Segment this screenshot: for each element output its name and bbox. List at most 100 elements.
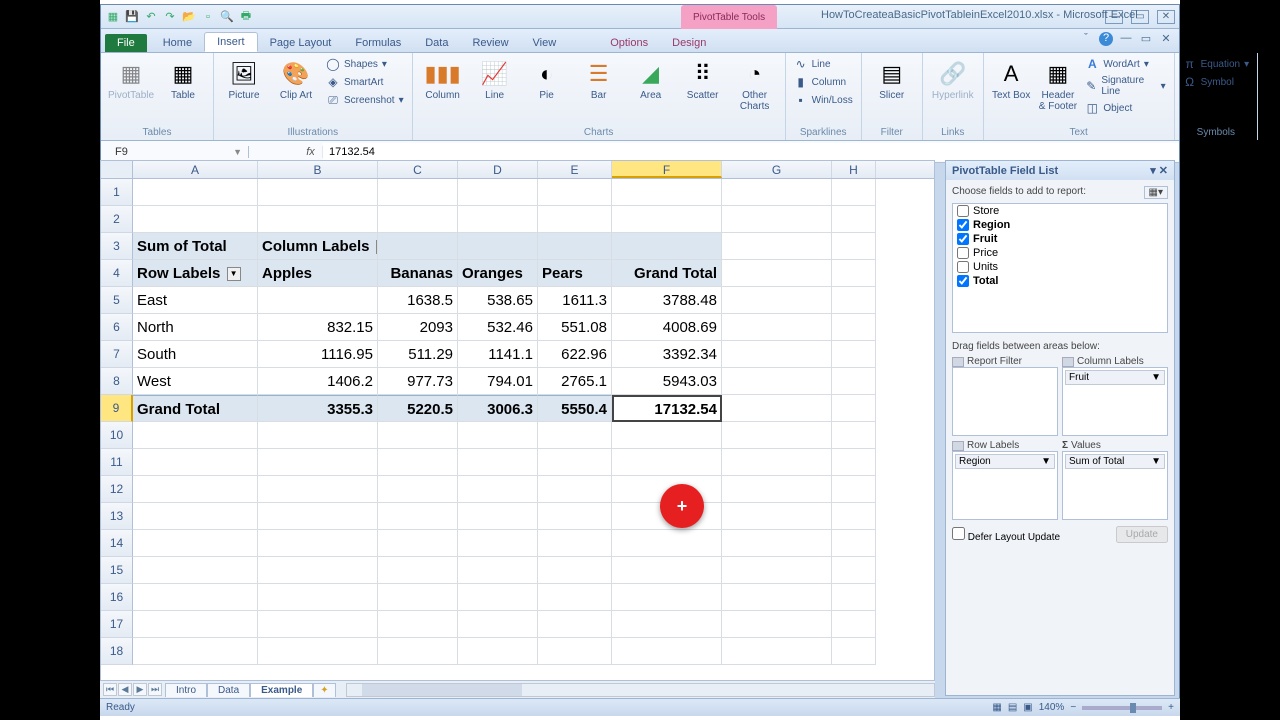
cell-E7[interactable]: 622.96 (538, 341, 612, 368)
col-header-g[interactable]: G (722, 161, 832, 178)
zoom-in-button[interactable]: + (1168, 702, 1174, 713)
cell-F6[interactable]: 4008.69 (612, 314, 722, 341)
cell-E2[interactable] (538, 206, 612, 233)
cell-D6[interactable]: 532.46 (458, 314, 538, 341)
cell-D8[interactable]: 794.01 (458, 368, 538, 395)
cell-A4[interactable]: Row Labels ▼ (133, 260, 258, 287)
cell-H18[interactable] (832, 638, 876, 665)
cell-F10[interactable] (612, 422, 722, 449)
sparkline-column-button[interactable]: ▮Column (792, 74, 855, 90)
col-header-b[interactable]: B (258, 161, 378, 178)
cell-E15[interactable] (538, 557, 612, 584)
cell-C13[interactable] (378, 503, 458, 530)
view-normal-icon[interactable]: ▦ (992, 702, 1001, 713)
row-header-6[interactable]: 6 (101, 314, 133, 341)
row-header-10[interactable]: 10 (101, 422, 133, 449)
wordart-button[interactable]: AWordArt ▾ (1083, 56, 1167, 72)
name-box[interactable]: F9▼ (109, 146, 249, 158)
picture-button[interactable]: 🖼Picture (220, 56, 268, 103)
cell-G5[interactable] (722, 287, 832, 314)
select-all-corner[interactable] (101, 161, 133, 178)
cell-G6[interactable] (722, 314, 832, 341)
field-units[interactable]: Units (953, 260, 1167, 274)
tab-insert[interactable]: Insert (204, 32, 258, 52)
cell-H8[interactable] (832, 368, 876, 395)
cell-F9[interactable]: 17132.54 (612, 395, 722, 422)
view-pagebreak-icon[interactable]: ▣ (1023, 702, 1032, 713)
cell-G18[interactable] (722, 638, 832, 665)
cell-D17[interactable] (458, 611, 538, 638)
cell-A13[interactable] (133, 503, 258, 530)
cell-H7[interactable] (832, 341, 876, 368)
equation-button[interactable]: πEquation ▾ (1181, 56, 1252, 72)
area-item-fruit[interactable]: Fruit▼ (1065, 370, 1165, 385)
area-chart-button[interactable]: ◢Area (627, 56, 675, 103)
area-item-region[interactable]: Region▼ (955, 454, 1055, 469)
tab-view[interactable]: View (521, 34, 569, 52)
cell-B8[interactable]: 1406.2 (258, 368, 378, 395)
field-store[interactable]: Store (953, 204, 1167, 218)
smartart-button[interactable]: ◈SmartArt (324, 74, 406, 90)
cell-H2[interactable] (832, 206, 876, 233)
cell-A3[interactable]: Sum of Total (133, 233, 258, 260)
cell-D2[interactable] (458, 206, 538, 233)
cell-A16[interactable] (133, 584, 258, 611)
sheet-tab-data[interactable]: Data (207, 683, 250, 697)
tab-home[interactable]: Home (151, 34, 204, 52)
cell-E17[interactable] (538, 611, 612, 638)
cell-E1[interactable] (538, 179, 612, 206)
row-labels-dropzone[interactable]: Region▼ (952, 451, 1058, 520)
cell-E11[interactable] (538, 449, 612, 476)
cell-H16[interactable] (832, 584, 876, 611)
zoom-out-button[interactable]: − (1070, 702, 1076, 713)
row-header-16[interactable]: 16 (101, 584, 133, 611)
cell-A8[interactable]: West (133, 368, 258, 395)
cell-H13[interactable] (832, 503, 876, 530)
cell-D11[interactable] (458, 449, 538, 476)
zoom-level[interactable]: 140% (1039, 702, 1065, 713)
cell-A2[interactable] (133, 206, 258, 233)
cell-C5[interactable]: 1638.5 (378, 287, 458, 314)
cell-H15[interactable] (832, 557, 876, 584)
pie-chart-button[interactable]: ◐Pie (523, 56, 571, 103)
cell-F7[interactable]: 3392.34 (612, 341, 722, 368)
cell-C9[interactable]: 5220.5 (378, 395, 458, 422)
cell-G9[interactable] (722, 395, 832, 422)
cell-G1[interactable] (722, 179, 832, 206)
cell-D15[interactable] (458, 557, 538, 584)
cell-C15[interactable] (378, 557, 458, 584)
values-dropzone[interactable]: Sum of Total▼ (1062, 451, 1168, 520)
cell-H10[interactable] (832, 422, 876, 449)
row-header-14[interactable]: 14 (101, 530, 133, 557)
cell-D5[interactable]: 538.65 (458, 287, 538, 314)
tab-review[interactable]: Review (460, 34, 520, 52)
cell-G2[interactable] (722, 206, 832, 233)
cell-G16[interactable] (722, 584, 832, 611)
report-filter-dropzone[interactable] (952, 367, 1058, 436)
cell-D12[interactable] (458, 476, 538, 503)
column-chart-button[interactable]: ▮▮▮Column (419, 56, 467, 103)
cell-C10[interactable] (378, 422, 458, 449)
cell-D4[interactable]: Oranges (458, 260, 538, 287)
cell-G13[interactable] (722, 503, 832, 530)
cell-A1[interactable] (133, 179, 258, 206)
cell-C18[interactable] (378, 638, 458, 665)
cell-F18[interactable] (612, 638, 722, 665)
cell-C14[interactable] (378, 530, 458, 557)
scatter-chart-button[interactable]: ⠿Scatter (679, 56, 727, 103)
cell-E10[interactable] (538, 422, 612, 449)
row-header-4[interactable]: 4 (101, 260, 133, 287)
row-header-12[interactable]: 12 (101, 476, 133, 503)
bar-chart-button[interactable]: ☰Bar (575, 56, 623, 103)
cell-G12[interactable] (722, 476, 832, 503)
area-item-sum-total[interactable]: Sum of Total▼ (1065, 454, 1165, 469)
sparkline-line-button[interactable]: ∿Line (792, 56, 855, 72)
cell-A11[interactable] (133, 449, 258, 476)
undo-icon[interactable]: ↶ (143, 9, 159, 25)
cell-H14[interactable] (832, 530, 876, 557)
cell-F2[interactable] (612, 206, 722, 233)
cell-G15[interactable] (722, 557, 832, 584)
cell-A6[interactable]: North (133, 314, 258, 341)
close-button[interactable]: ✕ (1157, 10, 1175, 24)
cell-D7[interactable]: 1141.1 (458, 341, 538, 368)
